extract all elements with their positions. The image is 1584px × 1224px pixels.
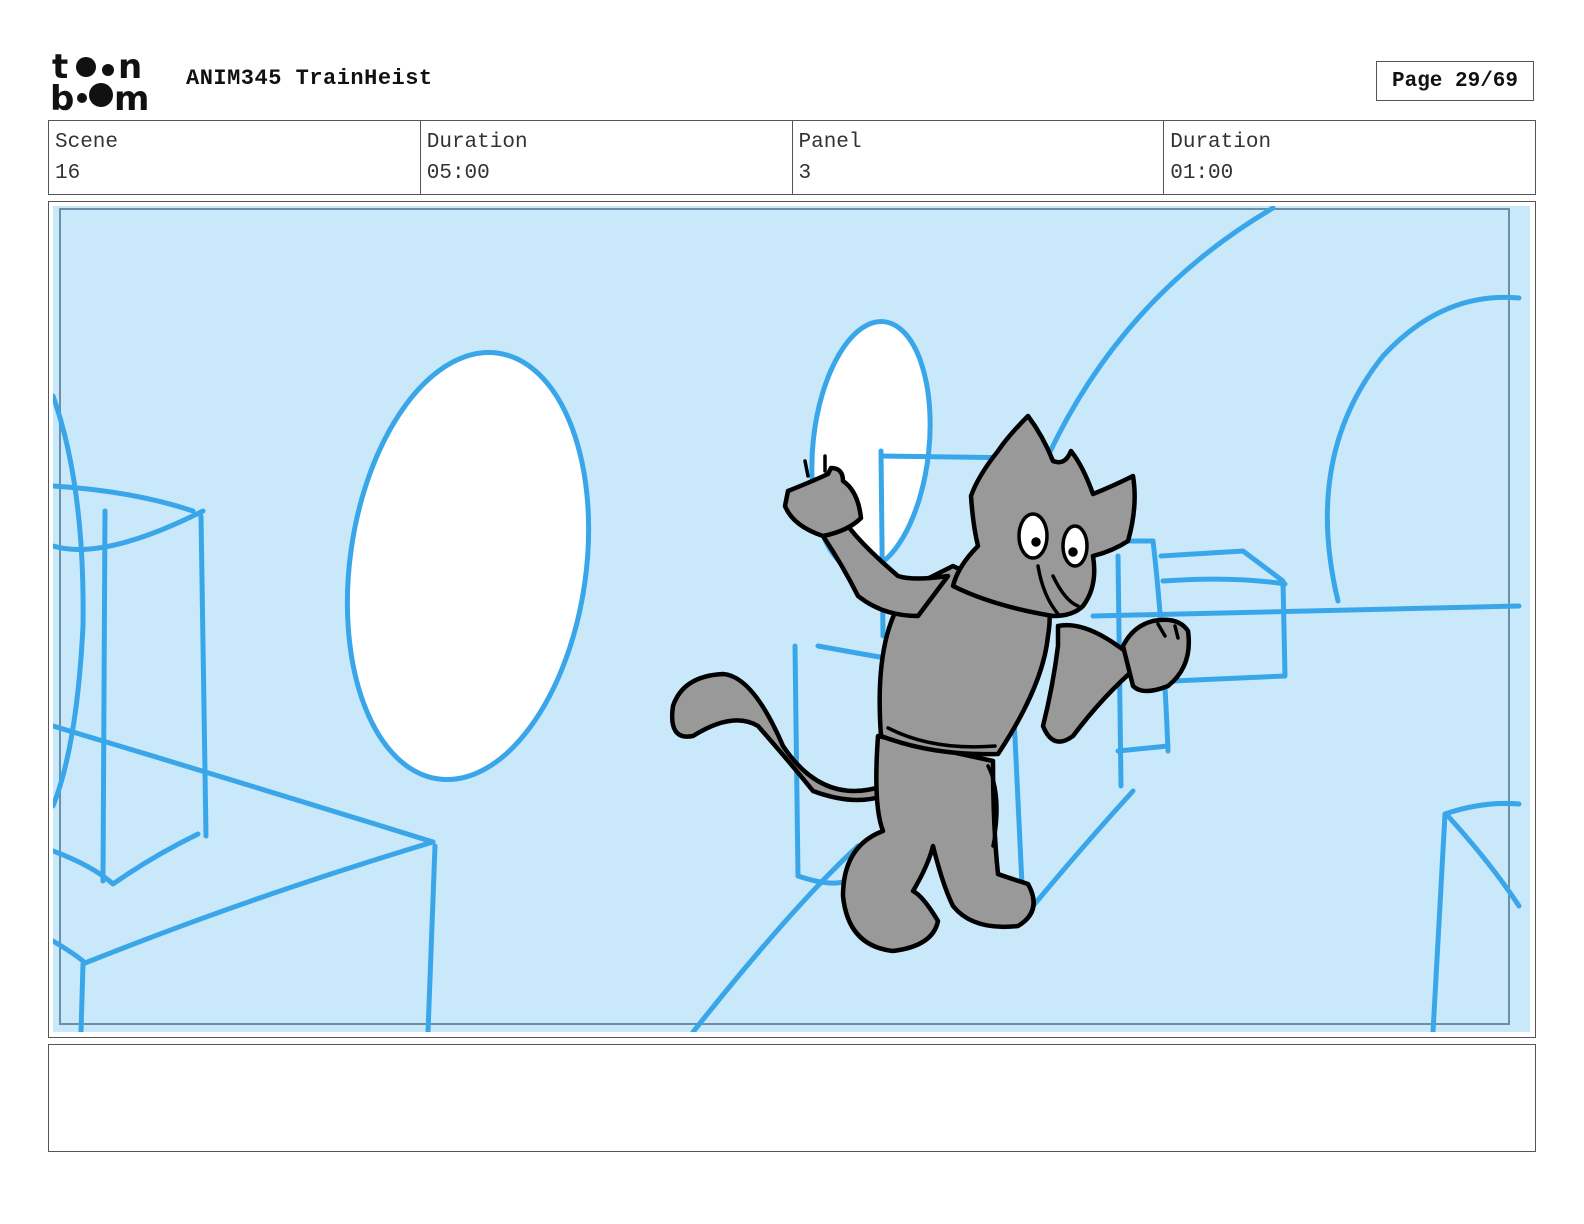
scene-value: 16 — [55, 162, 81, 185]
scene-label: Scene — [55, 131, 119, 154]
scene-duration-cell: Duration 05:00 — [421, 121, 793, 194]
svg-text:b: b — [50, 79, 74, 112]
panel-sketch — [53, 206, 1522, 1032]
panel-duration-cell: Duration 01:00 — [1164, 121, 1535, 194]
panel-label: Panel — [798, 131, 862, 154]
toon-boom-logo: t n b m — [50, 50, 149, 112]
panel-artwork — [53, 206, 1530, 1032]
svg-text:m: m — [114, 79, 149, 112]
panel-notes[interactable] — [48, 1044, 1536, 1152]
panel-value: 3 — [798, 162, 812, 185]
background-sketch-lines — [53, 206, 1522, 1032]
character-cat — [669, 413, 1191, 954]
storyboard-panel — [48, 201, 1536, 1038]
safe-frame — [59, 208, 1510, 1025]
scene-cell: Scene 16 — [49, 121, 421, 194]
scene-duration-value: 05:00 — [426, 162, 490, 185]
scene-duration-label: Duration — [426, 131, 528, 154]
document-title: ANIM345 TrainHeist — [186, 66, 433, 91]
panel-duration-label: Duration — [1170, 131, 1272, 154]
page-indicator: Page 29/69 — [1376, 61, 1534, 101]
panel-cell: Panel 3 — [793, 121, 1165, 194]
panel-duration-value: 01:00 — [1170, 162, 1234, 185]
info-table: Scene 16 Duration 05:00 Panel 3 Duration… — [48, 120, 1536, 195]
